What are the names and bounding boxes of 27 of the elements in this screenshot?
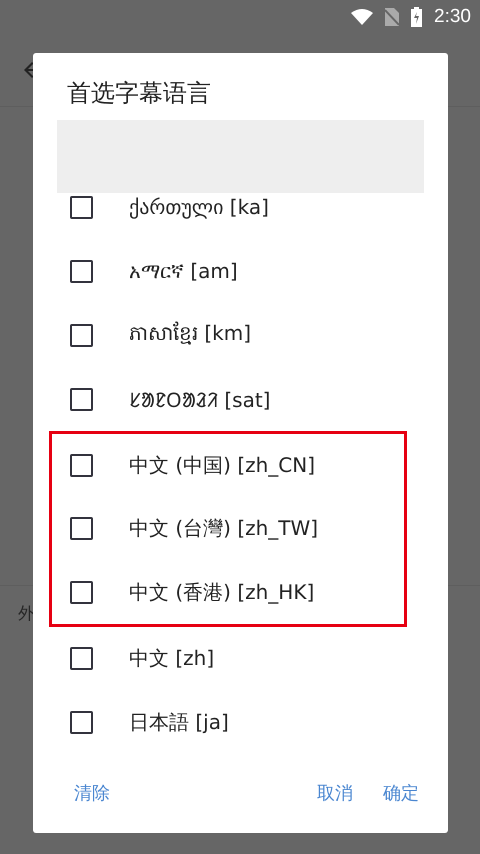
status-time: 2:30 — [434, 6, 471, 28]
checkbox[interactable] — [70, 647, 93, 670]
battery-charging-icon — [411, 7, 422, 27]
language-option[interactable]: አማርኛ [am] — [129, 259, 238, 283]
checkbox[interactable] — [70, 454, 93, 478]
clear-button[interactable]: 清除 — [59, 773, 125, 813]
checkbox[interactable] — [70, 196, 93, 218]
cancel-button[interactable]: 取消 — [302, 773, 368, 813]
checkbox[interactable] — [70, 324, 93, 346]
language-option[interactable]: ქართული [ka] — [129, 195, 269, 219]
checkbox[interactable] — [70, 517, 93, 540]
dialog-title: 首选字幕语言 — [66, 78, 212, 109]
checkbox[interactable] — [70, 260, 93, 282]
language-option[interactable]: 中文 [zh] — [129, 645, 214, 672]
language-option[interactable]: 中文 (中国) [zh_CN] — [129, 452, 316, 480]
language-option[interactable]: 日本語 [ja] — [129, 709, 229, 736]
section-header: 外 — [18, 604, 35, 624]
language-option[interactable]: ភាសាខ្មែរ [km] — [129, 320, 252, 350]
checkbox[interactable] — [70, 711, 93, 734]
wifi-icon — [351, 9, 374, 25]
no-sim-icon — [385, 8, 400, 26]
language-option[interactable]: 中文 (台灣) [zh_TW] — [129, 515, 318, 542]
language-option[interactable]: 中文 (香港) [zh_HK] — [129, 578, 314, 606]
checkbox[interactable] — [70, 580, 93, 604]
language-option[interactable]: ᱥᱟᱱᱛᱟᱲᱤ [sat] — [129, 386, 270, 412]
checkbox[interactable] — [70, 388, 93, 410]
ok-button[interactable]: 确定 — [368, 773, 434, 813]
